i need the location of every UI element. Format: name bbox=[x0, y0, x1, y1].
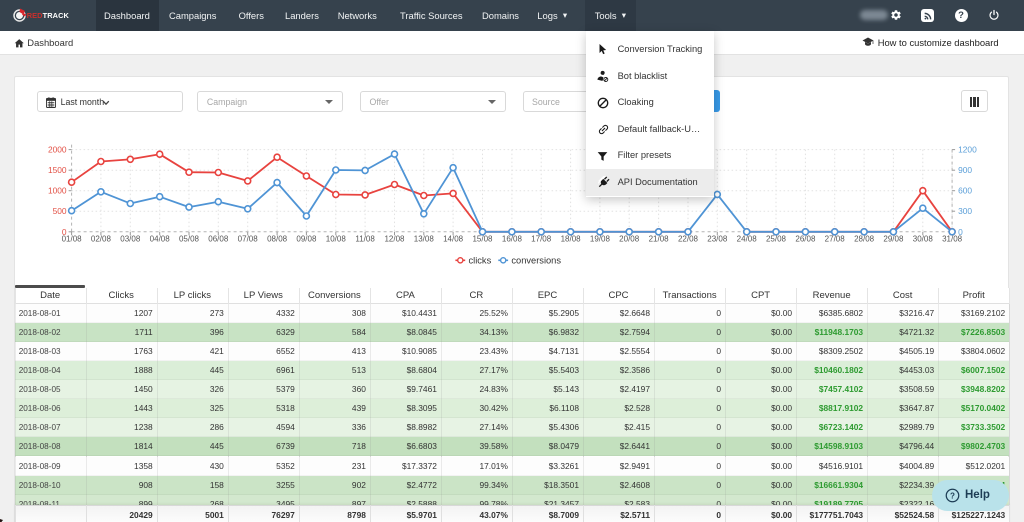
svg-text:22/08: 22/08 bbox=[678, 235, 699, 244]
svg-text:27/08: 27/08 bbox=[825, 235, 846, 244]
svg-text:21/08: 21/08 bbox=[649, 235, 670, 244]
svg-text:08/08: 08/08 bbox=[267, 235, 288, 244]
svg-text:29/08: 29/08 bbox=[883, 235, 904, 244]
svg-text:11/08: 11/08 bbox=[355, 235, 375, 244]
svg-text:05/08: 05/08 bbox=[179, 235, 200, 244]
svg-text:20/08: 20/08 bbox=[619, 235, 640, 244]
svg-text:18/08: 18/08 bbox=[561, 235, 582, 244]
svg-text:1200: 1200 bbox=[958, 145, 977, 155]
svg-text:01/08: 01/08 bbox=[62, 235, 83, 244]
svg-text:07/08: 07/08 bbox=[238, 235, 259, 244]
svg-text:300: 300 bbox=[958, 206, 972, 216]
svg-text:26/08: 26/08 bbox=[795, 235, 816, 244]
svg-text:31/08: 31/08 bbox=[942, 235, 963, 244]
svg-text:600: 600 bbox=[958, 186, 972, 196]
svg-text:30/08: 30/08 bbox=[913, 235, 934, 244]
svg-text:500: 500 bbox=[53, 206, 67, 216]
svg-text:09/08: 09/08 bbox=[296, 235, 317, 244]
svg-text:03/08: 03/08 bbox=[120, 235, 141, 244]
svg-text:16/08: 16/08 bbox=[502, 235, 523, 244]
svg-text:10/08: 10/08 bbox=[326, 235, 347, 244]
svg-text:23/08: 23/08 bbox=[707, 235, 728, 244]
svg-text:12/08: 12/08 bbox=[384, 235, 405, 244]
svg-text:conversions: conversions bbox=[511, 256, 561, 266]
svg-text:04/08: 04/08 bbox=[150, 235, 171, 244]
svg-text:14/08: 14/08 bbox=[443, 235, 464, 244]
svg-text:900: 900 bbox=[958, 165, 972, 175]
svg-text:17/08: 17/08 bbox=[531, 235, 552, 244]
svg-text:24/08: 24/08 bbox=[737, 235, 758, 244]
svg-text:02/08: 02/08 bbox=[91, 235, 112, 244]
svg-text:06/08: 06/08 bbox=[208, 235, 229, 244]
svg-text:?: ? bbox=[950, 491, 955, 500]
svg-text:13/08: 13/08 bbox=[414, 235, 435, 244]
svg-text:clicks: clicks bbox=[469, 256, 492, 266]
svg-text:28/08: 28/08 bbox=[854, 235, 875, 244]
svg-text:1500: 1500 bbox=[48, 165, 67, 175]
svg-text:1000: 1000 bbox=[48, 186, 67, 196]
svg-text:19/08: 19/08 bbox=[590, 235, 611, 244]
svg-text:15/08: 15/08 bbox=[472, 235, 493, 244]
svg-text:25/08: 25/08 bbox=[766, 235, 787, 244]
svg-text:2000: 2000 bbox=[48, 145, 67, 155]
